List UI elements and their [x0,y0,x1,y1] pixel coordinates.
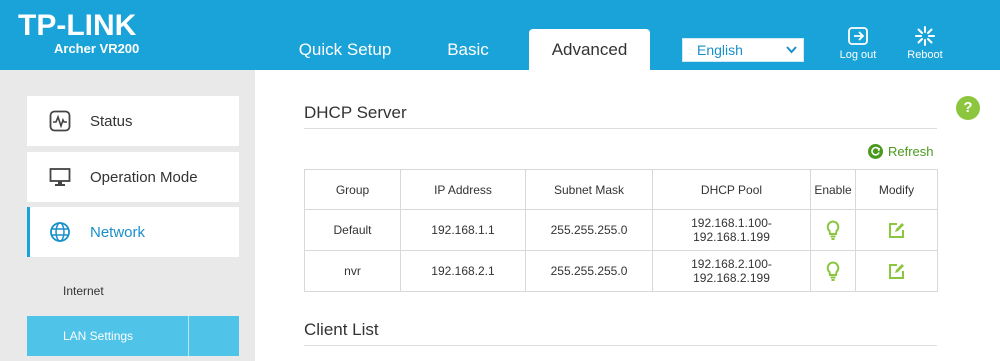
refresh-label: Refresh [888,144,934,159]
pool-start: 192.168.1.100- [691,216,772,230]
reboot-icon [915,26,935,46]
column-header-dhcp-pool: DHCP Pool [652,169,811,210]
logout-button[interactable]: Log out [828,26,888,61]
sidebar-subitem-lan-settings[interactable]: LAN Settings [27,316,239,356]
sidebar-item-network[interactable]: Network [27,207,239,257]
globe-icon [48,220,72,244]
pool-end: 192.168.1.199 [693,230,770,244]
cell-dhcp-pool: 192.168.1.100- 192.168.1.199 [652,209,811,251]
divider [304,345,937,346]
lightbulb-icon [826,261,840,281]
table-row: nvr 192.168.2.1 255.255.255.0 192.168.2.… [304,250,938,292]
cell-group: nvr [304,250,401,292]
model-name: Archer VR200 [54,41,140,56]
divider [188,316,189,356]
divider [304,128,937,129]
modify-button[interactable] [855,209,938,251]
status-icon [48,109,72,133]
pool-end: 192.168.2.199 [693,271,770,285]
column-header-subnet-mask: Subnet Mask [525,169,653,210]
pool-start: 192.168.2.100- [691,257,772,271]
refresh-icon [868,144,883,159]
main-content: DHCP Server ? Refresh Group IP Address S… [255,70,1000,361]
dhcp-server-title: DHCP Server [304,103,407,122]
reboot-button[interactable]: Reboot [895,26,955,61]
column-header-modify: Modify [855,169,938,210]
cell-subnet-mask: 255.255.255.0 [525,209,653,251]
tab-quick-setup[interactable]: Quick Setup [275,29,415,70]
brand-logo: TP-LINK Archer VR200 [18,10,139,56]
cell-subnet-mask: 255.255.255.0 [525,250,653,292]
sidebar-item-status[interactable]: Status [27,96,239,146]
tab-advanced[interactable]: Advanced [529,29,650,70]
modify-button[interactable] [855,250,938,292]
logout-icon [848,27,868,45]
column-header-enable: Enable [810,169,856,210]
table-row: Default 192.168.1.1 255.255.255.0 192.16… [304,209,938,251]
sidebar-item-label: Status [90,112,133,130]
reboot-label: Reboot [907,49,943,61]
enable-toggle[interactable] [810,209,856,251]
sidebar-item-operation-mode[interactable]: Operation Mode [27,152,239,202]
enable-toggle[interactable] [810,250,856,292]
column-header-ip-address: IP Address [400,169,526,210]
edit-icon [889,263,904,279]
sidebar: Status Operation Mode Network Internet L… [0,70,255,361]
cell-dhcp-pool: 192.168.2.100- 192.168.2.199 [652,250,811,292]
language-select[interactable]: English [682,38,804,62]
sidebar-subitem-internet[interactable]: Internet [27,274,239,308]
cell-group: Default [304,209,401,251]
edit-icon [889,222,904,238]
sidebar-item-label: Operation Mode [90,168,198,186]
sidebar-subitem-label: LAN Settings [63,329,134,343]
client-list-title: Client List [304,320,379,339]
table-header-row: Group IP Address Subnet Mask DHCP Pool E… [304,169,938,210]
cell-ip-address: 192.168.2.1 [400,250,526,292]
top-header: TP-LINK Archer VR200 Quick Setup Basic A… [0,0,1000,70]
language-value: English [697,42,743,58]
logout-label: Log out [839,49,877,61]
column-header-group: Group [304,169,401,210]
brand-name: TP-LINK [18,9,137,42]
help-button[interactable]: ? [956,96,980,120]
monitor-icon [48,165,72,189]
refresh-button[interactable]: Refresh [868,144,934,159]
cell-ip-address: 192.168.1.1 [400,209,526,251]
sidebar-item-label: Network [90,223,146,241]
tab-basic[interactable]: Basic [420,29,516,70]
lightbulb-icon [826,220,840,240]
dhcp-server-table: Group IP Address Subnet Mask DHCP Pool E… [304,169,938,292]
chevron-down-icon [786,46,797,54]
